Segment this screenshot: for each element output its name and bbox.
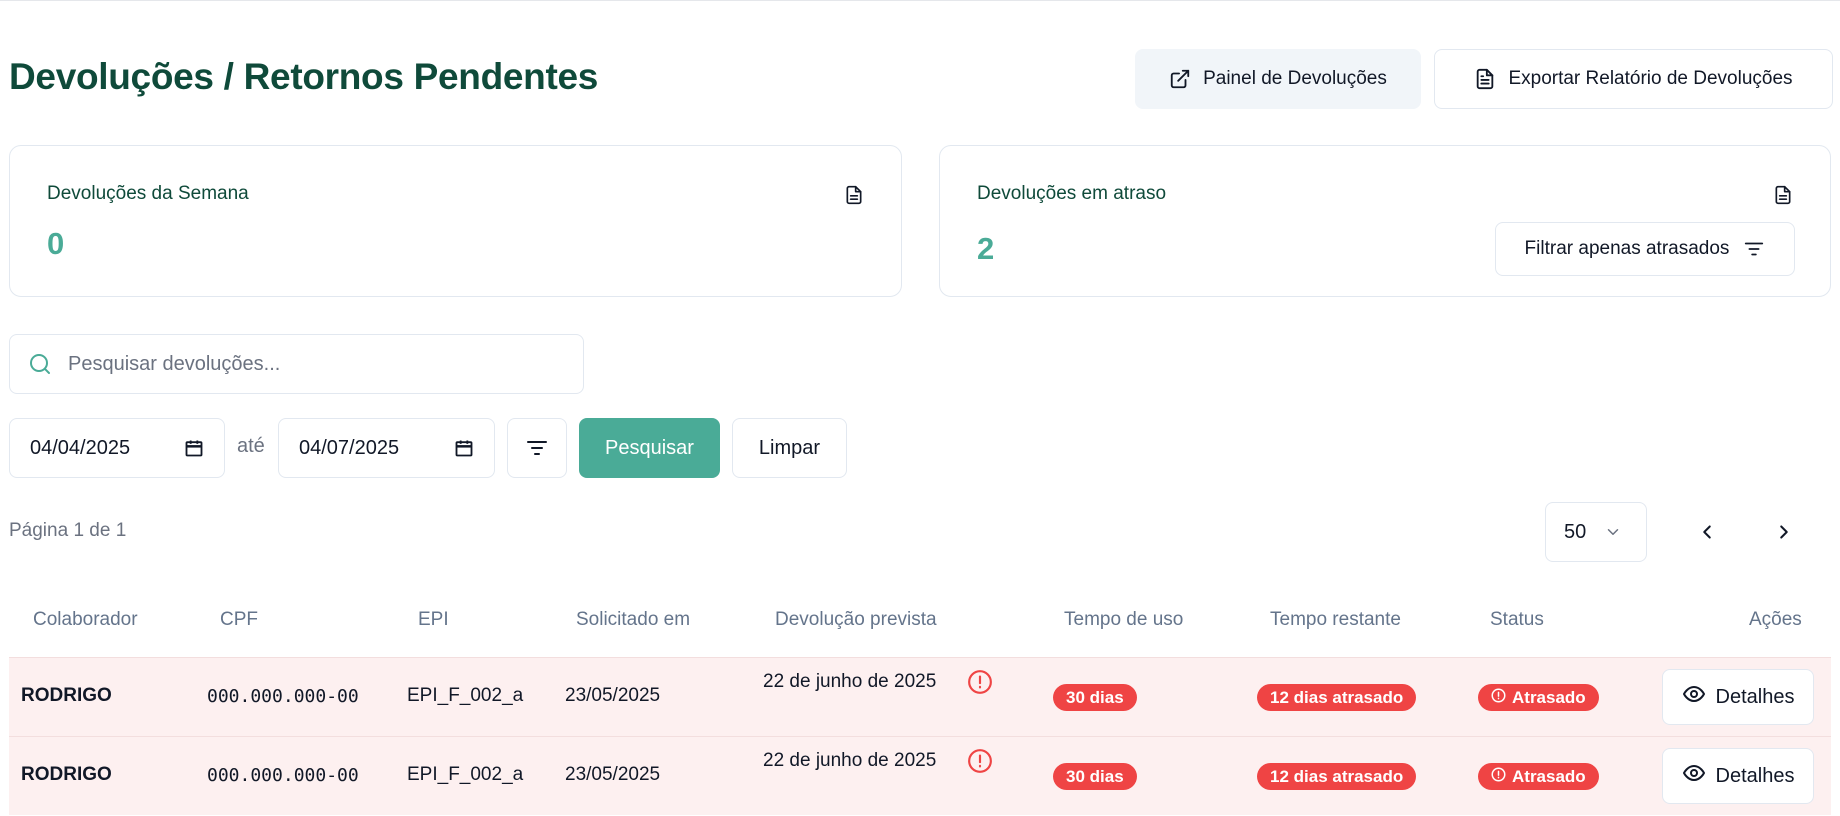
- advanced-filter-button[interactable]: [507, 418, 567, 478]
- header-status: Status: [1490, 609, 1544, 630]
- export-report-button[interactable]: Exportar Relatório de Devoluções: [1434, 49, 1833, 109]
- search-box: [9, 334, 584, 394]
- external-link-icon: [1169, 68, 1191, 90]
- details-label: Detalhes: [1715, 685, 1795, 708]
- cell-epi: EPI_F_002_a: [407, 685, 524, 706]
- calendar-icon[interactable]: [454, 438, 474, 458]
- cell-cpf: 000.000.000-00: [207, 686, 359, 707]
- date-to-value: 04/07/2025: [299, 436, 400, 459]
- filter-overdue-label: Filtrar apenas atrasados: [1524, 238, 1730, 259]
- page-size-select[interactable]: 50: [1545, 502, 1647, 562]
- table-row: RODRIGO 000.000.000-00 EPI_F_002_a 23/05…: [9, 736, 1831, 815]
- overdue-returns-card: Devoluções em atraso 2 Filtrar apenas at…: [939, 145, 1831, 297]
- details-button[interactable]: Detalhes: [1662, 748, 1814, 804]
- file-text-icon: [1474, 68, 1496, 90]
- status-badge: Atrasado: [1478, 763, 1599, 790]
- date-range-separator: até: [237, 435, 265, 457]
- cell-epi: EPI_F_002_a: [407, 764, 524, 785]
- document-icon: [1773, 184, 1793, 211]
- header-tempo-restante: Tempo restante: [1270, 609, 1401, 630]
- details-label: Detalhes: [1715, 764, 1795, 787]
- chevron-right-icon: [1773, 521, 1795, 543]
- search-button[interactable]: Pesquisar: [579, 418, 720, 478]
- chevron-left-icon: [1696, 521, 1718, 543]
- header-solicitado: Solicitado em: [576, 609, 691, 630]
- search-icon: [28, 352, 52, 376]
- alert-circle-icon: [1491, 767, 1506, 787]
- filter-overdue-button[interactable]: Filtrar apenas atrasados: [1495, 222, 1795, 276]
- page-info: Página 1 de 1: [9, 520, 127, 541]
- week-card-title: Devoluções da Semana: [47, 183, 249, 204]
- eye-icon: [1682, 761, 1706, 791]
- filter-lines-icon: [525, 436, 549, 460]
- cell-colaborador: RODRIGO: [21, 685, 112, 706]
- alert-circle-icon: [1491, 688, 1506, 708]
- usage-badge: 30 dias: [1053, 763, 1137, 790]
- header-colaborador: Colaborador: [33, 609, 138, 630]
- calendar-icon[interactable]: [184, 438, 204, 458]
- table-row: RODRIGO 000.000.000-00 EPI_F_002_a 23/05…: [9, 657, 1831, 736]
- details-button[interactable]: Detalhes: [1662, 669, 1814, 725]
- header-acoes: Ações: [1749, 609, 1802, 630]
- date-to-input[interactable]: 04/07/2025: [278, 418, 495, 478]
- clear-button[interactable]: Limpar: [732, 418, 847, 478]
- filter-lines-icon: [1743, 238, 1765, 260]
- panel-button[interactable]: Painel de Devoluções: [1135, 49, 1421, 109]
- week-card-value: 0: [47, 226, 65, 261]
- date-from-value: 04/04/2025: [30, 436, 131, 459]
- header-devolucao-prevista: Devolução prevista: [775, 609, 937, 630]
- status-label: Atrasado: [1512, 687, 1586, 707]
- page-size-value: 50: [1564, 520, 1587, 543]
- status-badge: Atrasado: [1478, 684, 1599, 711]
- chevron-down-icon: [1604, 523, 1622, 541]
- header-epi: EPI: [418, 609, 449, 630]
- cell-devolucao-prevista: 22 de junho de 2025: [763, 750, 937, 771]
- cell-cpf: 000.000.000-00: [207, 765, 359, 786]
- document-icon: [844, 184, 864, 211]
- header-cpf: CPF: [220, 609, 258, 630]
- cell-colaborador: RODRIGO: [21, 764, 112, 785]
- cell-solicitado: 23/05/2025: [565, 764, 661, 785]
- overdue-card-value: 2: [977, 231, 995, 266]
- usage-badge: 30 dias: [1053, 684, 1137, 711]
- overdue-card-title: Devoluções em atraso: [977, 183, 1167, 204]
- header-tempo-uso: Tempo de uso: [1064, 609, 1184, 630]
- previous-page-button[interactable]: [1677, 502, 1737, 562]
- page-title: Devoluções / Retornos Pendentes: [9, 56, 599, 97]
- remaining-badge: 12 dias atrasado: [1257, 684, 1417, 711]
- top-divider: [0, 0, 1840, 1]
- eye-icon: [1682, 682, 1706, 712]
- panel-button-label: Painel de Devoluções: [1203, 68, 1387, 89]
- status-label: Atrasado: [1512, 766, 1586, 786]
- week-returns-card: Devoluções da Semana 0: [9, 145, 902, 297]
- date-from-input[interactable]: 04/04/2025: [9, 418, 225, 478]
- export-button-label: Exportar Relatório de Devoluções: [1508, 68, 1793, 89]
- cell-devolucao-prevista: 22 de junho de 2025: [763, 671, 937, 692]
- search-input[interactable]: [68, 352, 548, 376]
- alert-circle-icon: [967, 748, 993, 779]
- alert-circle-icon: [967, 669, 993, 700]
- cell-solicitado: 23/05/2025: [565, 685, 661, 706]
- remaining-badge: 12 dias atrasado: [1257, 763, 1417, 790]
- next-page-button[interactable]: [1754, 502, 1814, 562]
